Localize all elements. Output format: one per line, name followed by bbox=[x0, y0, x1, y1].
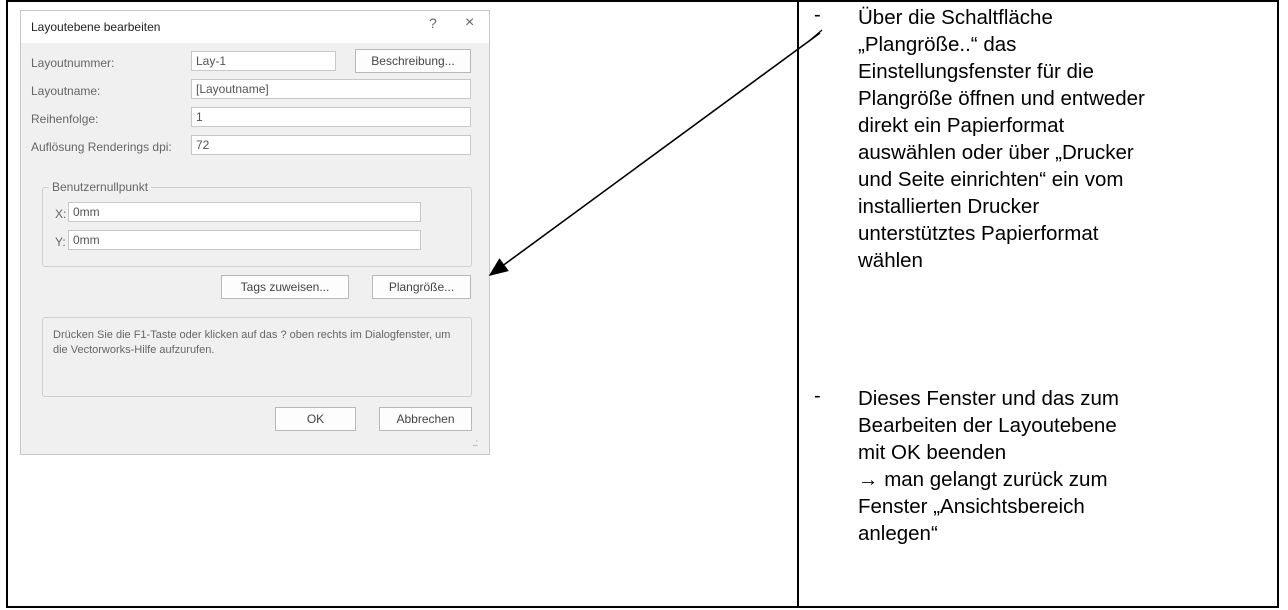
instruction-line: Dieses Fenster und das zum bbox=[858, 387, 1119, 410]
instruction-1-bullet: - bbox=[814, 4, 821, 26]
instruction-line: → man gelangt zurück zum bbox=[858, 468, 1108, 491]
instruction-line: und Seite einrichten“ ein vom bbox=[858, 168, 1124, 191]
instruction-line: wählen bbox=[858, 249, 923, 272]
instruction-line: mit OK beenden bbox=[858, 441, 1007, 464]
instruction-line: Fenster „Ansichtsbereich bbox=[858, 495, 1085, 518]
instruction-line: Bearbeiten der Layoutebene bbox=[858, 414, 1117, 437]
pointer-arrow-line bbox=[488, 32, 821, 276]
instruction-line: unterstütztes Papierformat bbox=[858, 222, 1099, 245]
instruction-line: direkt ein Papierformat bbox=[858, 114, 1065, 137]
instruction-line: Plangröße öffnen und entweder bbox=[858, 87, 1145, 110]
instruction-line: anlegen“ bbox=[858, 522, 938, 545]
instruction-line: installierten Drucker bbox=[858, 195, 1040, 218]
instruction-line: Einstellungsfenster für die bbox=[858, 60, 1094, 83]
instruction-line: Über die Schaltfläche bbox=[858, 6, 1053, 29]
instruction-line: „Plangröße..“ das bbox=[858, 33, 1017, 56]
instruction-2-text: Dieses Fenster und das zum Bearbeiten de… bbox=[858, 385, 1119, 547]
instruction-1-text: Über die Schaltfläche „Plangröße..“ das … bbox=[858, 4, 1145, 274]
pointer-arrow-tail bbox=[807, 29, 823, 43]
instruction-2-bullet: - bbox=[814, 385, 821, 407]
instruction-line: auswählen oder über „Drucker bbox=[858, 141, 1134, 164]
